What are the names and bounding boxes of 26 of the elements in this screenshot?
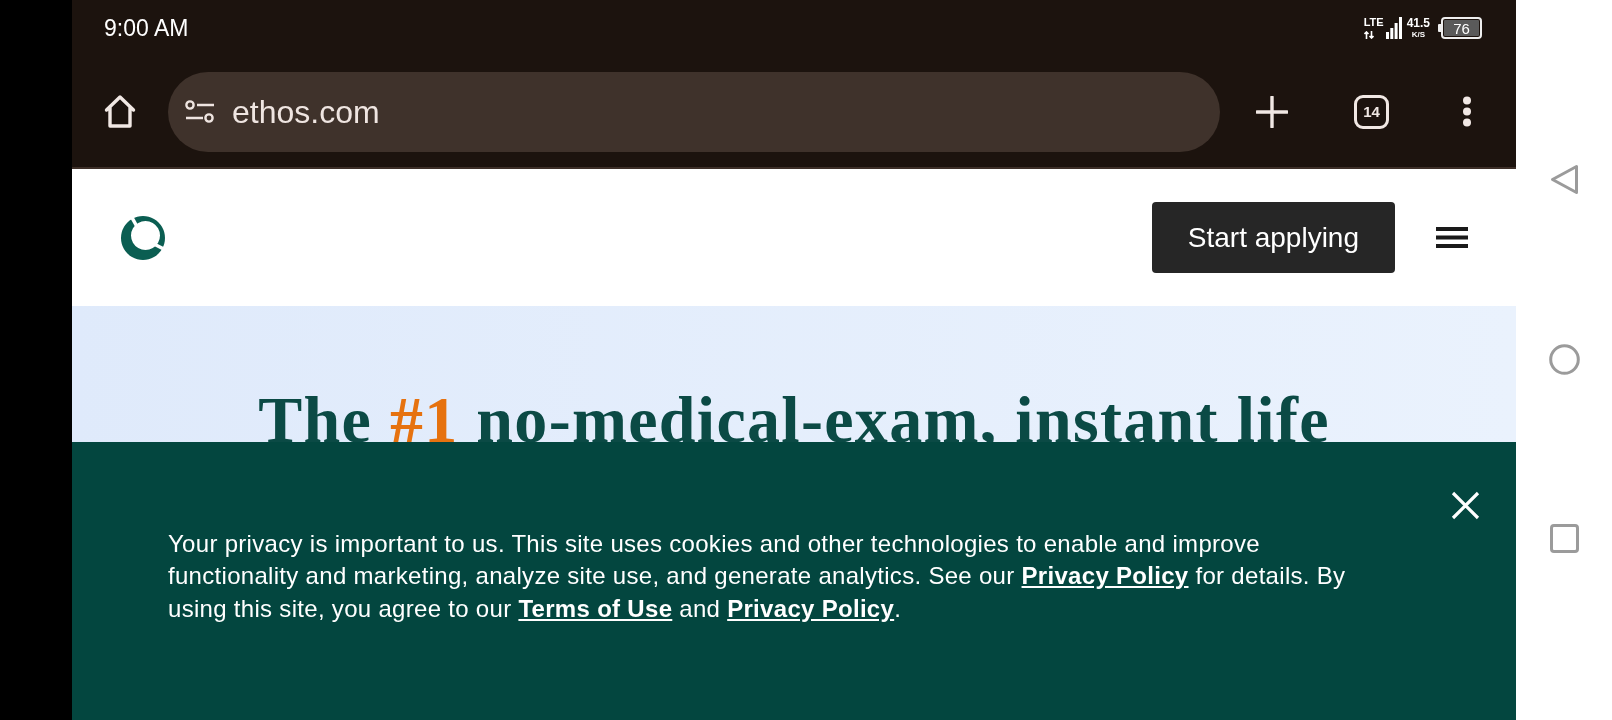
battery-indicator: 76 — [1438, 17, 1482, 39]
text-link[interactable]: Privacy Policy — [1021, 562, 1189, 590]
sliders-icon — [185, 99, 215, 124]
home-icon[interactable] — [103, 94, 137, 129]
start-applying-button[interactable]: Start applying — [1151, 202, 1395, 273]
data-arrows-icon — [1363, 31, 1374, 39]
recents-icon[interactable] — [1549, 524, 1579, 553]
address-bar[interactable]: ethos.com — [168, 71, 1220, 152]
new-tab-icon[interactable] — [1256, 95, 1288, 128]
cookie-notice-text: Your privacy is important to us. This site uses cookies and other technologies to enable and improve functionality and marketing, analyze site use, and generate analytics. See our Privacy Policy for details. By using this site, you agree to our Terms of Use and Privacy Policy. — [168, 529, 1347, 624]
speed-unit-text: K/S — [1411, 31, 1425, 39]
text-link[interactable]: Privacy Policy — [727, 594, 895, 622]
logo-icon[interactable] — [120, 214, 167, 261]
hero-headline: The #1 no-medical-exam, instant life — [258, 384, 1330, 457]
menu-icon[interactable] — [1436, 227, 1468, 248]
more-options-icon[interactable] — [1462, 96, 1472, 127]
status-time: 9:00 AM — [104, 16, 189, 40]
close-icon[interactable] — [1451, 491, 1480, 520]
tab-switcher-button[interactable]: 14 — [1354, 94, 1389, 129]
signal-icon — [1385, 17, 1402, 39]
home-circle-icon[interactable] — [1548, 344, 1580, 375]
url-text: ethos.com — [232, 95, 380, 128]
network-type-text: LTE — [1363, 17, 1384, 28]
network-speed-text: 41.5 — [1406, 17, 1430, 29]
back-icon[interactable] — [1549, 164, 1579, 195]
text-link[interactable]: Terms of Use — [518, 594, 673, 622]
